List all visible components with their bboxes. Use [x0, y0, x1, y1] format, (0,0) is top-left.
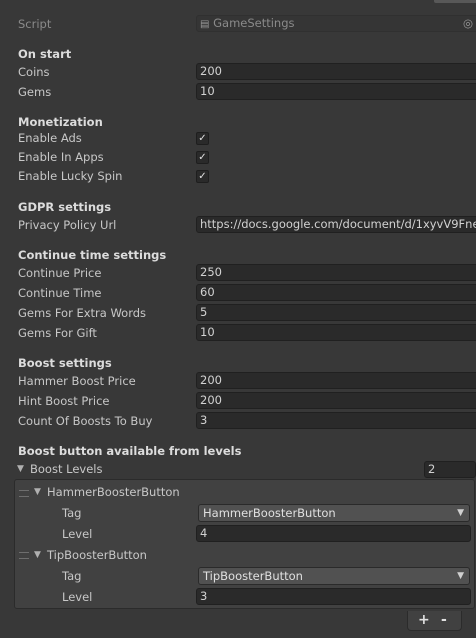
- item-foldout-icon[interactable]: ▼: [34, 550, 41, 560]
- coins-input[interactable]: 200: [196, 63, 476, 80]
- monetization-header: Monetization: [18, 115, 103, 129]
- tag-dropdown[interactable]: TipBoosterButton ▼: [198, 567, 470, 585]
- boost-levels-header: Boost button available from levels: [18, 444, 242, 458]
- gems-for-gift-input[interactable]: 10: [196, 324, 476, 341]
- tag-dropdown-value: TipBoosterButton: [203, 569, 303, 583]
- list-footer: + -: [407, 611, 462, 631]
- hammer-boost-price-label: Hammer Boost Price: [18, 374, 136, 388]
- level-label: Level: [62, 527, 93, 541]
- gems-for-gift-label: Gems For Gift: [18, 326, 97, 340]
- level-input[interactable]: 3: [196, 588, 471, 605]
- privacy-policy-url-label: Privacy Policy Url: [18, 218, 117, 232]
- enable-ads-checkbox[interactable]: ✓: [196, 132, 209, 145]
- script-field-value: GameSettings: [213, 16, 295, 30]
- enable-in-apps-checkbox[interactable]: ✓: [196, 151, 209, 164]
- gdpr-header: GDPR settings: [18, 200, 112, 214]
- tag-label: Tag: [62, 569, 82, 583]
- count-of-boosts-input[interactable]: 3: [196, 412, 476, 429]
- header-button-edge[interactable]: [434, 0, 476, 3]
- continue-price-label: Continue Price: [18, 266, 102, 280]
- continue-price-input[interactable]: 250: [196, 264, 476, 281]
- boost-levels-label[interactable]: Boost Levels: [30, 462, 102, 476]
- enable-in-apps-label: Enable In Apps: [18, 150, 104, 164]
- boost-levels-size-input[interactable]: 2: [424, 461, 476, 478]
- tag-label: Tag: [62, 506, 82, 520]
- gems-label: Gems: [18, 85, 52, 99]
- count-of-boosts-label: Count Of Boosts To Buy: [18, 414, 153, 428]
- boost-levels-foldout-icon[interactable]: ▼: [17, 464, 24, 474]
- list-item-name[interactable]: HammerBoosterButton: [47, 485, 180, 499]
- level-input[interactable]: 4: [196, 525, 471, 542]
- script-asset-icon: ▤: [200, 19, 210, 30]
- coins-label: Coins: [18, 65, 50, 79]
- gems-for-extra-words-label: Gems For Extra Words: [18, 306, 147, 320]
- add-element-button[interactable]: +: [418, 612, 430, 628]
- gems-input[interactable]: 10: [196, 83, 476, 100]
- dropdown-arrow-icon: ▼: [457, 508, 464, 518]
- tag-dropdown-value: HammerBoosterButton: [203, 506, 336, 520]
- remove-element-button[interactable]: -: [441, 612, 447, 628]
- tag-dropdown[interactable]: HammerBoosterButton ▼: [198, 504, 470, 522]
- hint-boost-price-input[interactable]: 200: [196, 392, 476, 409]
- enable-lucky-spin-label: Enable Lucky Spin: [18, 169, 123, 183]
- list-item-name[interactable]: TipBoosterButton: [47, 548, 147, 562]
- hint-boost-price-label: Hint Boost Price: [18, 394, 110, 408]
- continue-time-label: Continue Time: [18, 286, 102, 300]
- enable-ads-label: Enable Ads: [18, 131, 82, 145]
- drag-handle-icon[interactable]: [19, 552, 29, 559]
- gems-for-extra-words-input[interactable]: 5: [196, 304, 476, 321]
- script-field: ▤ GameSettings ◎: [196, 15, 476, 32]
- boost-levels-list: ▼ HammerBoosterButton Tag HammerBoosterB…: [14, 479, 475, 609]
- privacy-policy-url-input[interactable]: https://docs.google.com/document/d/1xyvV…: [196, 216, 476, 233]
- dropdown-arrow-icon: ▼: [457, 571, 464, 581]
- continue-time-input[interactable]: 60: [196, 284, 476, 301]
- hammer-boost-price-input[interactable]: 200: [196, 372, 476, 389]
- enable-lucky-spin-checkbox[interactable]: ✓: [196, 170, 209, 183]
- on-start-header: On start: [18, 47, 72, 61]
- object-picker-target-icon[interactable]: ◎: [463, 16, 473, 31]
- script-label: Script: [18, 17, 52, 31]
- drag-handle-icon[interactable]: [19, 490, 29, 497]
- item-foldout-icon[interactable]: ▼: [34, 487, 41, 497]
- boost-settings-header: Boost settings: [18, 356, 112, 370]
- continue-time-header: Continue time settings: [18, 248, 167, 262]
- level-label: Level: [62, 590, 93, 604]
